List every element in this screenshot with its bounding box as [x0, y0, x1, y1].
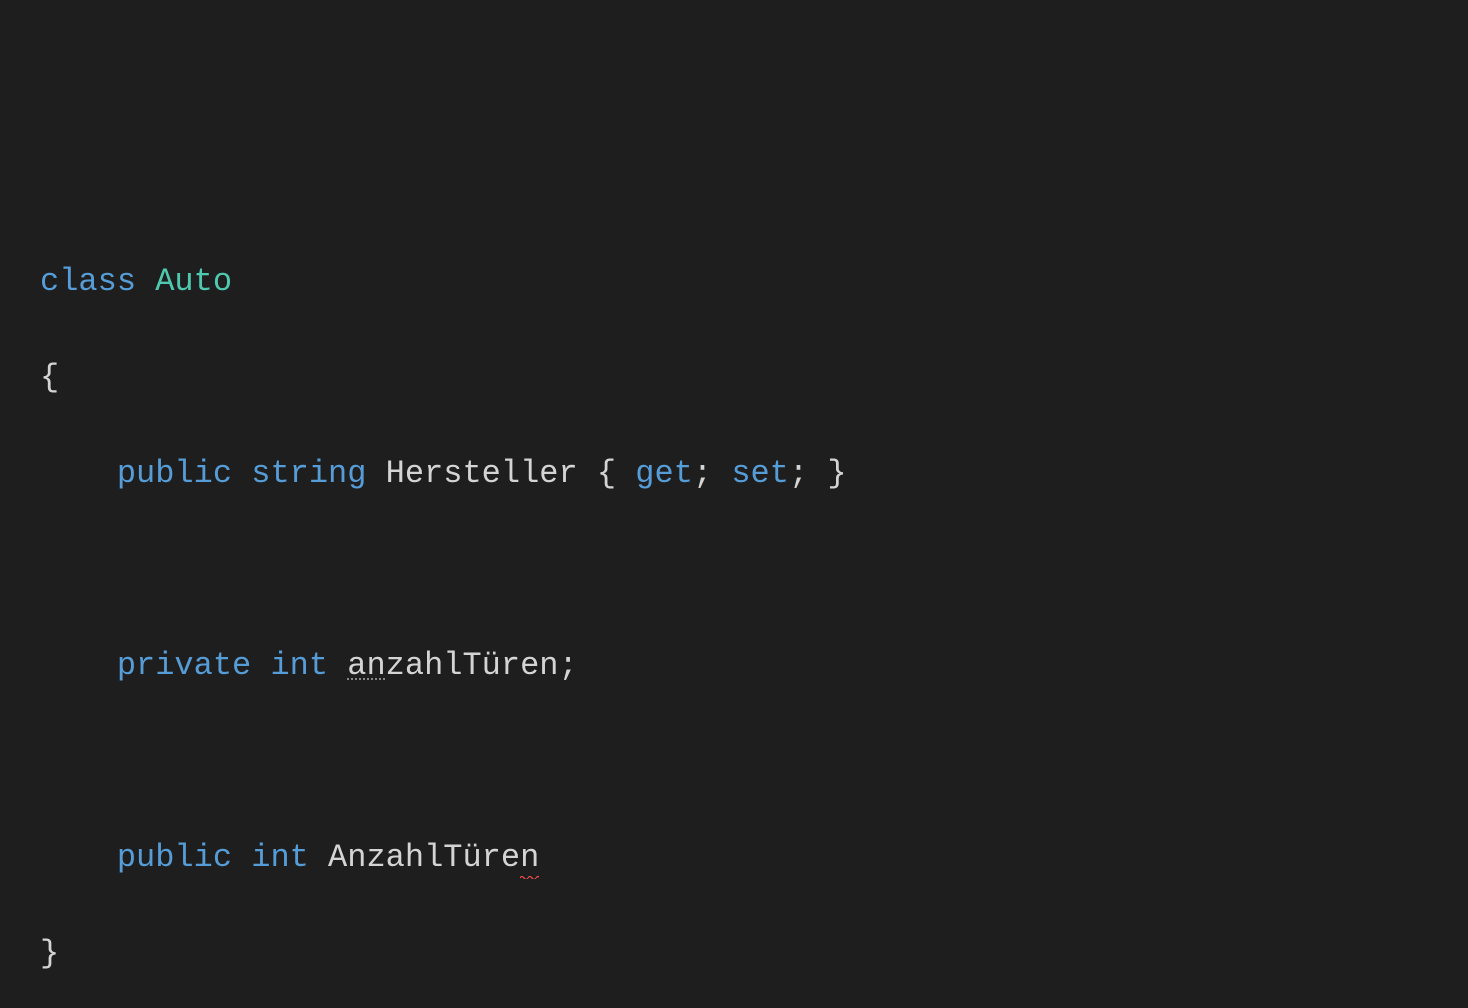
code-line-blank [40, 546, 1468, 594]
type-int: int [251, 839, 309, 876]
type-string: string [251, 455, 366, 492]
code-line: } [40, 930, 1468, 978]
keyword-modifier: public [117, 455, 232, 492]
keyword-modifier: public [117, 839, 232, 876]
brace: { [597, 455, 616, 492]
code-editor[interactable]: class Auto { public string Hersteller { … [40, 210, 1468, 1008]
semicolon: ; [558, 647, 577, 684]
class-name: Auto [155, 263, 232, 300]
keyword-get: get [635, 455, 693, 492]
code-line: public string Hersteller { get; set; } [40, 450, 1468, 498]
code-line-blank [40, 738, 1468, 786]
type-int: int [270, 647, 328, 684]
hint-underline: an [347, 647, 385, 684]
code-line: class Auto [40, 258, 1468, 306]
property-name: AnzahlTüren [328, 839, 539, 879]
brace-close: } [40, 935, 59, 972]
keyword-set: set [731, 455, 789, 492]
keyword-modifier: private [117, 647, 251, 684]
code-line: { [40, 354, 1468, 402]
code-line: private int anzahlTüren; [40, 642, 1468, 690]
error-squiggle: n [520, 839, 539, 879]
field-name: anzahlTüren [347, 647, 558, 684]
property-name: Hersteller [386, 455, 578, 492]
semicolon: ; [693, 455, 712, 492]
code-line: public int AnzahlTüren [40, 834, 1468, 882]
keyword-class: class [40, 263, 136, 300]
semicolon: ; [789, 455, 808, 492]
brace: } [827, 455, 846, 492]
brace-open: { [40, 359, 59, 396]
